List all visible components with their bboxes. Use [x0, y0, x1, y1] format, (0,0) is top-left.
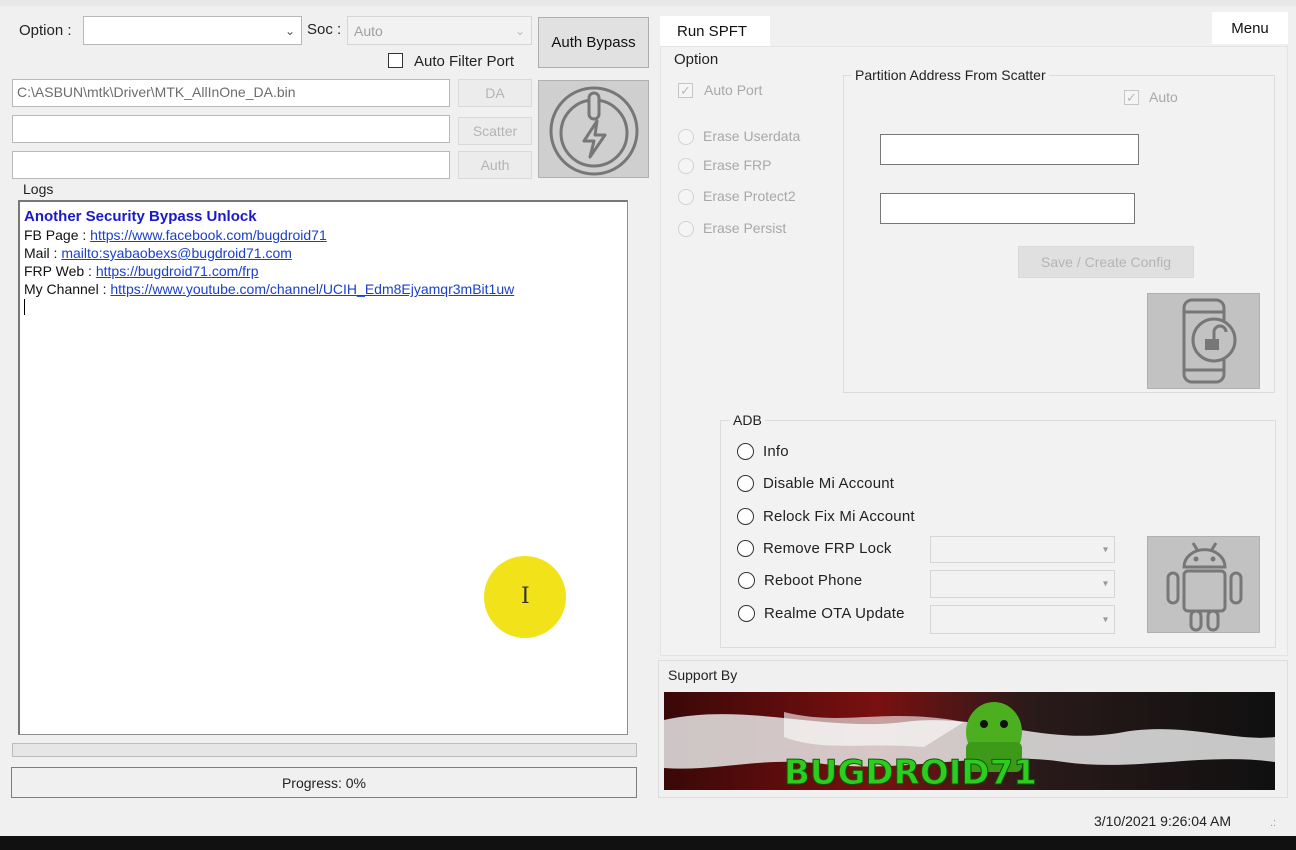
android-adb-button[interactable] [1147, 536, 1260, 633]
option-select[interactable]: ⌄ [83, 16, 302, 45]
relock-mi-account-label: Relock Fix Mi Account [763, 508, 915, 525]
erase-frp-radio[interactable] [678, 158, 694, 174]
erase-persist-radio[interactable] [678, 221, 694, 237]
power-flash-button[interactable] [538, 80, 649, 178]
phone-unlock-icon [1182, 298, 1237, 384]
tab-run-spft[interactable]: Run SPFT [660, 16, 770, 46]
status-datetime: 3/10/2021 9:26:04 AM [1094, 813, 1231, 829]
auto-filter-port-label: Auto Filter Port [414, 53, 515, 70]
soc-label: Soc : [307, 21, 342, 38]
menu-button[interactable]: Menu [1212, 12, 1288, 44]
erase-frp-label: Erase FRP [703, 157, 772, 173]
auto-filter-port-checkbox[interactable] [388, 53, 403, 68]
scatter-button[interactable]: Scatter [458, 117, 532, 145]
channel-link[interactable]: https://www.youtube.com/channel/UCIH_Edm… [110, 281, 514, 297]
logs-label: Logs [23, 181, 54, 197]
disable-mi-account-label: Disable Mi Account [763, 475, 895, 492]
fb-link[interactable]: https://www.facebook.com/bugdroid71 [90, 227, 327, 243]
title-bar [0, 0, 1296, 6]
partition-address-1-input[interactable] [880, 134, 1139, 165]
reboot-phone-label: Reboot Phone [764, 572, 863, 589]
phone-unlock-button[interactable] [1147, 293, 1260, 389]
save-config-button[interactable]: Save / Create Config [1018, 246, 1194, 278]
auth-path-input[interactable] [12, 151, 450, 179]
scatter-path-input[interactable] [12, 115, 450, 143]
log-channel-label: My Channel : [24, 281, 111, 297]
log-title: Another Security Bypass Unlock [24, 208, 257, 225]
log-mail-label: Mail : [24, 245, 62, 261]
text-cursor-icon: I [521, 584, 530, 609]
da-button[interactable]: DA [458, 79, 532, 107]
remove-frp-select[interactable]: ▾ [930, 536, 1115, 563]
erase-protect2-label: Erase Protect2 [703, 188, 796, 204]
da-path-input[interactable]: C:\ASBUN\mtk\Driver\MTK_AllInOne_DA.bin [12, 79, 450, 107]
relock-mi-account-radio[interactable] [737, 508, 754, 525]
adb-group-label: ADB [730, 412, 765, 428]
support-label: Support By [668, 667, 738, 683]
erase-protect2-radio[interactable] [678, 189, 694, 205]
power-bolt-icon [549, 86, 639, 176]
frp-link[interactable]: https://bugdroid71.com/frp [96, 263, 259, 279]
remove-frp-lock-label: Remove FRP Lock [763, 540, 892, 557]
erase-userdata-label: Erase Userdata [703, 128, 801, 144]
reboot-phone-radio[interactable] [738, 572, 755, 589]
chevron-down-icon: ▾ [1102, 544, 1108, 555]
banner-text: BUGDROID71 [784, 753, 1037, 790]
erase-userdata-radio[interactable] [678, 129, 694, 145]
log-frp-label: FRP Web : [24, 263, 96, 279]
chevron-down-icon: ▾ [1102, 614, 1108, 625]
log-mail-line: Mail : mailto:syabaobexs@bugdroid71.com [24, 244, 514, 262]
option-group-label: Option [674, 51, 719, 68]
chevron-down-icon: ⌄ [514, 23, 525, 38]
chevron-down-icon: ▾ [1102, 578, 1108, 590]
auto-port-label: Auto Port [704, 82, 763, 98]
progress-label: Progress: 0% [11, 767, 637, 798]
bugdroid-banner-image: BUGDROID71 [664, 692, 1275, 790]
auth-bypass-button[interactable]: Auth Bypass [538, 17, 649, 68]
progress-bar [12, 743, 637, 757]
chevron-down-icon: ⌄ [284, 23, 295, 38]
support-banner[interactable]: BUGDROID71 [664, 692, 1275, 790]
mail-link[interactable]: mailto:syabaobexs@bugdroid71.com [61, 245, 292, 261]
partition-group-label: Partition Address From Scatter [852, 67, 1049, 83]
realme-ota-select[interactable]: ▾ [930, 605, 1115, 634]
adb-info-radio[interactable] [737, 443, 754, 460]
log-fb-label: FB Page : [24, 227, 91, 243]
auto-port-checkbox[interactable]: ✓ [678, 83, 693, 98]
log-fb-line: FB Page : https://www.facebook.com/bugdr… [24, 226, 514, 244]
log-frp-line: FRP Web : https://bugdroid71.com/frp [24, 262, 514, 280]
screen-bottom-edge [0, 836, 1296, 850]
log-channel-line: My Channel : https://www.youtube.com/cha… [24, 280, 514, 298]
logs-textbox[interactable]: Another Security Bypass Unlock FB Page :… [18, 200, 628, 735]
erase-persist-label: Erase Persist [703, 220, 787, 236]
text-caret [24, 299, 25, 315]
realme-ota-radio[interactable] [738, 605, 755, 622]
adb-info-label: Info [763, 443, 789, 460]
realme-ota-label: Realme OTA Update [764, 605, 905, 622]
partition-address-2-input[interactable] [880, 193, 1135, 224]
remove-frp-lock-radio[interactable] [737, 540, 754, 557]
soc-value: Auto [354, 23, 383, 39]
android-icon [1166, 542, 1243, 632]
soc-select[interactable]: Auto ⌄ [347, 16, 532, 45]
reboot-phone-select[interactable]: ▾ [930, 570, 1115, 598]
partition-auto-checkbox[interactable]: ✓ [1124, 90, 1139, 105]
auth-button[interactable]: Auth [458, 151, 532, 179]
partition-auto-label: Auto [1149, 89, 1178, 105]
option-label: Option : [19, 22, 72, 39]
disable-mi-account-radio[interactable] [737, 475, 754, 492]
resize-grip-icon[interactable]: .: [1270, 817, 1276, 829]
